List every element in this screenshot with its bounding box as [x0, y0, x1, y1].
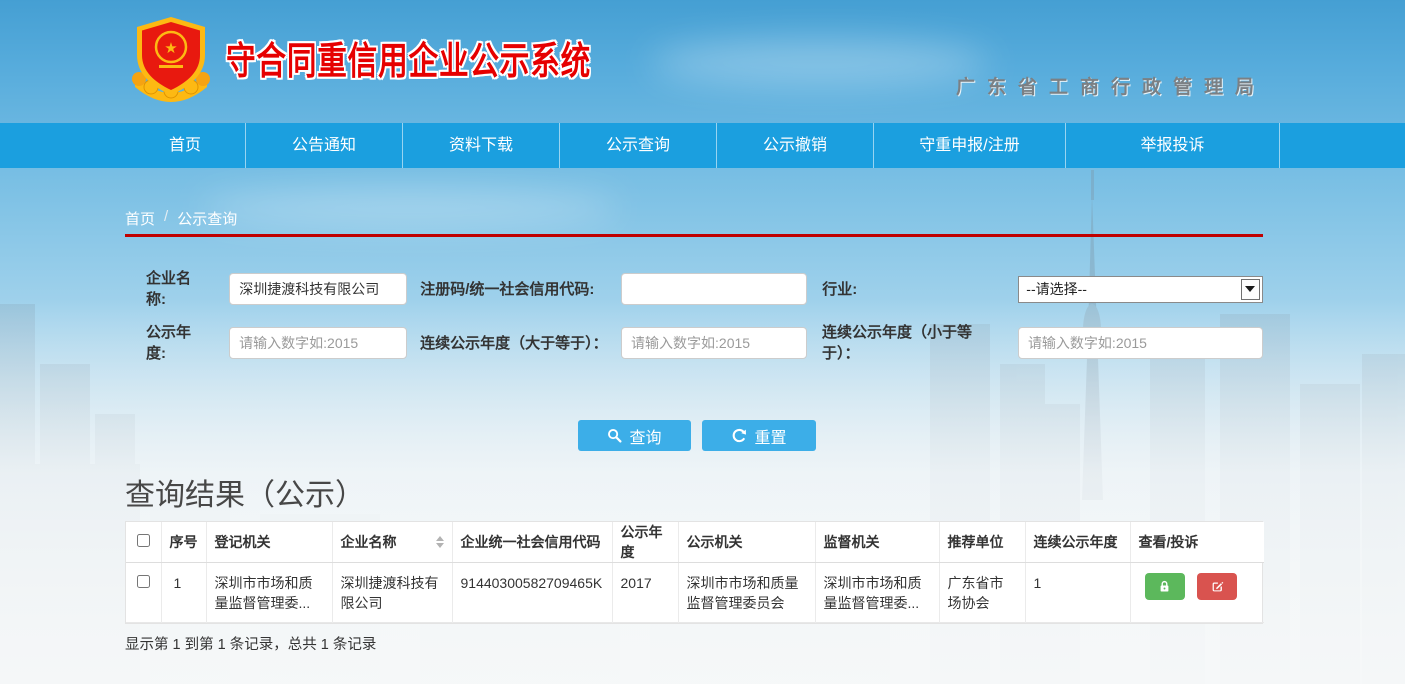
cell-company: 深圳捷渡科技有限公司 [332, 563, 452, 623]
consecutive-year-gte-input[interactable] [621, 327, 807, 359]
col-consecutive-years: 连续公示年度 [1025, 522, 1130, 563]
nav-item-announcements[interactable]: 公告通知 [246, 123, 403, 168]
breadcrumb-current: 公示查询 [177, 208, 237, 229]
consecutive-year-gte-label: 连续公示年度（大于等于）： [420, 333, 621, 354]
cell-actions [1130, 563, 1264, 623]
chevron-down-icon[interactable] [1241, 279, 1260, 300]
search-form-row-1: 企业名称: 注册码/统一社会信用代码: 行业: --请选择-- [125, 262, 1263, 316]
consecutive-year-lte-label: 连续公示年度（小于等于）： [822, 322, 1018, 364]
cell-recommender: 广东省市场协会 [939, 563, 1025, 623]
col-year: 公示年度 [612, 522, 678, 563]
search-form-row-2: 公示年度: 连续公示年度（大于等于）： 连续公示年度（小于等于）： [125, 316, 1263, 370]
col-company-label: 企业名称 [341, 532, 397, 552]
cell-credit-code: 91440300582709465K [452, 563, 612, 623]
reset-button[interactable]: 重置 [702, 420, 816, 451]
main-navigation: 首页 公告通知 资料下载 公示查询 公示撤销 守重申报/注册 举报投诉 [0, 123, 1405, 168]
records-summary: 显示第 1 到第 1 条记录，总共 1 条记录 [125, 633, 376, 654]
company-name-input[interactable] [229, 273, 407, 305]
col-actions: 查看/投诉 [1130, 522, 1264, 563]
search-button-label: 查询 [629, 424, 661, 448]
lock-icon [1158, 580, 1171, 593]
industry-label: 行业: [822, 279, 1018, 300]
row-select-cell [126, 563, 161, 623]
nav-item-publicity-query[interactable]: 公示查询 [560, 123, 717, 168]
nav-item-publicity-revoke[interactable]: 公示撤销 [717, 123, 874, 168]
industry-select[interactable]: --请选择-- [1018, 276, 1263, 303]
col-supervisor: 监督机关 [815, 522, 939, 563]
col-recommender: 推荐单位 [939, 522, 1025, 563]
complaint-button[interactable] [1197, 573, 1237, 600]
consecutive-year-lte-input[interactable] [1018, 327, 1263, 359]
results-heading: 查询结果（公示） [125, 470, 365, 514]
view-button[interactable] [1145, 573, 1185, 600]
breadcrumb-separator: / [164, 208, 168, 229]
publicity-system-page: ★ 守合同重信用企业公示系统 广东省工商行政管理局 首页 公告通知 资料下载 公… [0, 0, 1405, 684]
col-publicity-authority: 公示机关 [678, 522, 815, 563]
cell-publicity-authority: 深圳市市场和质量监督管理委员会 [678, 563, 815, 623]
credit-code-input[interactable] [621, 273, 807, 305]
breadcrumb-home-link[interactable]: 首页 [125, 208, 155, 229]
col-index: 序号 [161, 522, 206, 563]
nav-item-downloads[interactable]: 资料下载 [403, 123, 560, 168]
agency-name: 广东省工商行政管理局 [956, 72, 1266, 99]
cell-supervisor: 深圳市市场和质量监督管理委... [815, 563, 939, 623]
credit-code-label: 注册码/统一社会信用代码: [420, 279, 621, 300]
row-checkbox[interactable] [137, 575, 150, 588]
reset-button-label: 重置 [754, 424, 786, 448]
select-all-cell [126, 522, 161, 563]
publicity-year-label: 公示年度: [125, 322, 229, 364]
refresh-icon [731, 428, 747, 444]
col-reg-authority: 登记机关 [206, 522, 332, 563]
cloud-decoration [200, 190, 620, 226]
search-icon [607, 428, 622, 443]
red-divider-line [125, 234, 1263, 237]
col-company[interactable]: 企业名称 [332, 522, 452, 563]
search-button[interactable]: 查询 [578, 420, 691, 451]
edit-icon [1211, 580, 1224, 593]
cell-year: 2017 [612, 563, 678, 623]
cell-index: 1 [161, 563, 206, 623]
cell-reg-authority: 深圳市市场和质量监督管理委... [206, 563, 332, 623]
industry-select-value: --请选择-- [1026, 281, 1087, 297]
breadcrumb: 首页 / 公示查询 [125, 208, 237, 229]
nav-item-apply-register[interactable]: 守重申报/注册 [874, 123, 1066, 168]
company-name-label: 企业名称: [125, 268, 229, 310]
cloud-decoration [650, 40, 990, 86]
nav-item-home[interactable]: 首页 [125, 123, 246, 168]
table-row: 1 深圳市市场和质量监督管理委... 深圳捷渡科技有限公司 9144030058… [126, 563, 1264, 623]
sort-icon[interactable] [436, 536, 444, 548]
publicity-year-input[interactable] [229, 327, 407, 359]
select-all-checkbox[interactable] [137, 534, 150, 547]
nav-item-report-complaint[interactable]: 举报投诉 [1066, 123, 1280, 168]
system-title: 守合同重信用企业公示系统 [226, 30, 591, 85]
gongshang-emblem-logo: ★ [125, 13, 217, 103]
cell-consecutive-years: 1 [1025, 563, 1130, 623]
table-header-row: 序号 登记机关 企业名称 企业统一社会信用代码 公示年度 公示机关 监督机关 推… [126, 522, 1264, 563]
svg-text:★: ★ [164, 40, 177, 57]
col-credit-code: 企业统一社会信用代码 [452, 522, 612, 563]
results-table: 序号 登记机关 企业名称 企业统一社会信用代码 公示年度 公示机关 监督机关 推… [125, 521, 1263, 624]
